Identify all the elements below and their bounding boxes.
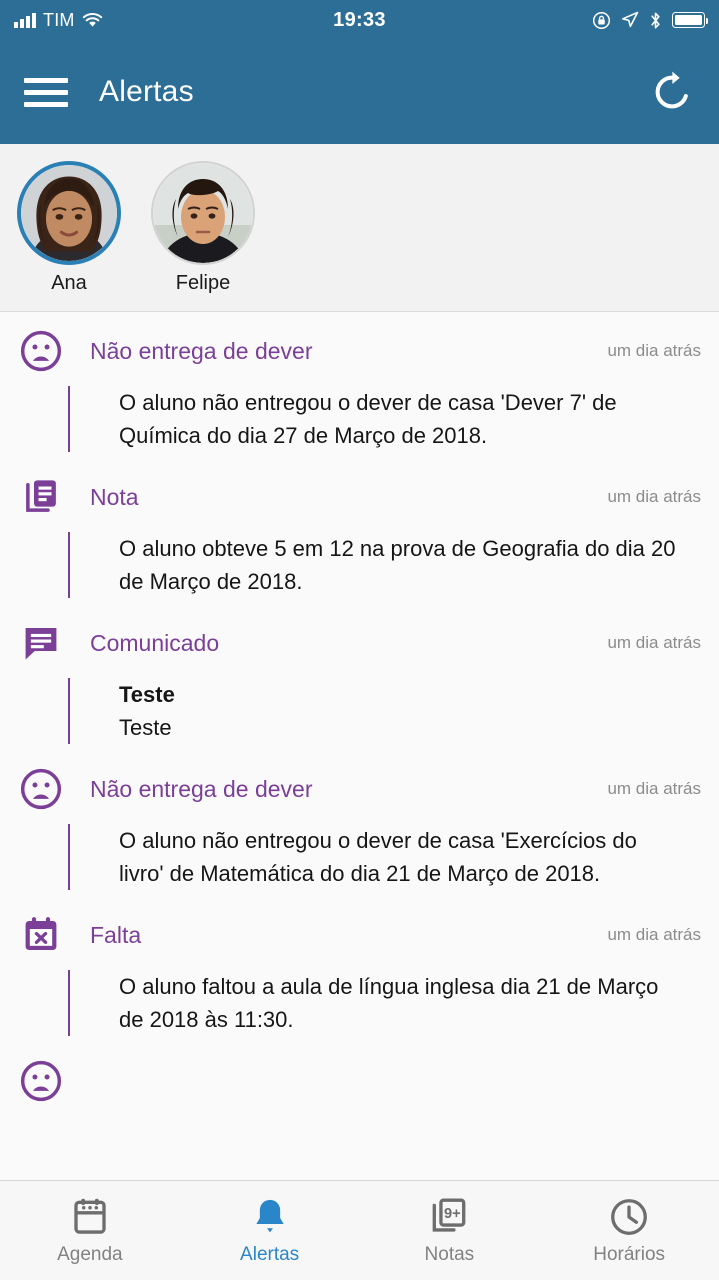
alert-item[interactable]: Não entrega de dever um dia atrás O alun…	[0, 312, 719, 458]
accent-bar	[68, 824, 70, 890]
alert-title: Não entrega de dever	[90, 337, 313, 364]
alert-body-title: Teste	[119, 682, 175, 707]
signal-bars-icon	[14, 12, 36, 28]
avatar-felipe[interactable]	[151, 160, 255, 265]
alert-text: O aluno faltou a aula de língua inglesa …	[119, 974, 659, 1032]
alert-body: O aluno obteve 5 em 12 na prova de Geogr…	[18, 532, 701, 598]
alert-text: O aluno obteve 5 em 12 na prova de Geogr…	[119, 536, 676, 594]
refresh-icon[interactable]	[649, 69, 695, 115]
avatar-ana[interactable]	[17, 160, 121, 265]
alert-item[interactable]: Nota um dia atrás O aluno obteve 5 em 12…	[0, 458, 719, 604]
alert-header: Nota um dia atrás	[18, 474, 701, 520]
alert-header: Comunicado um dia atrás	[18, 620, 701, 666]
alert-body: O aluno faltou a aula de língua inglesa …	[18, 970, 701, 1036]
avatar-image	[21, 164, 117, 261]
app-root: TIM 19:33 Alertas Ana Felipe Não entrega…	[0, 0, 719, 1280]
student-name: Felipe	[175, 271, 231, 294]
nav-bar: Alertas	[0, 40, 719, 144]
calendar-icon	[74, 1198, 106, 1234]
alert-item[interactable]: Comunicado um dia atrás Teste Teste	[0, 604, 719, 750]
alert-text: O aluno não entregou o dever de casa 'Ex…	[119, 828, 637, 886]
sad-face-icon	[18, 766, 64, 812]
location-arrow-icon	[622, 11, 639, 28]
alert-header	[18, 1058, 701, 1104]
alert-title: Não entrega de dever	[90, 775, 313, 802]
avatar-image	[153, 162, 253, 263]
tab-horarios[interactable]: Horários	[539, 1196, 719, 1266]
battery-icon	[672, 12, 709, 28]
rotation-lock-icon	[592, 11, 611, 29]
status-bar-left: TIM	[14, 10, 103, 31]
notas-badge: 9+	[444, 1206, 461, 1222]
alert-header: Não entrega de dever um dia atrás	[18, 766, 701, 812]
page-title: Alertas	[99, 75, 194, 108]
alert-timestamp: um dia atrás	[607, 487, 701, 506]
accent-bar	[68, 678, 70, 744]
tab-label: Notas	[424, 1243, 475, 1265]
alert-timestamp: um dia atrás	[607, 925, 701, 944]
alert-item[interactable]: Não entrega de dever um dia atrás O alun…	[0, 750, 719, 896]
calendar-x-icon	[18, 912, 64, 958]
alert-list[interactable]: Não entrega de dever um dia atrás O alun…	[0, 312, 719, 1180]
student-item-ana[interactable]: Ana	[14, 160, 124, 295]
alert-body: Teste Teste	[18, 678, 701, 744]
student-name: Ana	[51, 271, 87, 294]
accent-bar	[68, 970, 70, 1036]
alert-body: O aluno não entregou o dever de casa 'De…	[18, 386, 701, 452]
status-bar-right	[592, 11, 709, 30]
sad-face-icon	[18, 328, 64, 374]
bell-icon	[255, 1199, 284, 1232]
alert-timestamp: um dia atrás	[607, 779, 701, 798]
bluetooth-icon	[651, 12, 660, 28]
tab-notas[interactable]: 9+ Notas	[360, 1196, 540, 1266]
alert-timestamp: um dia atrás	[607, 633, 701, 652]
alert-title: Nota	[90, 483, 139, 510]
alert-item[interactable]: Falta um dia atrás O aluno faltou a aula…	[0, 896, 719, 1042]
tab-label: Horários	[593, 1243, 666, 1265]
bottom-tab-bar: Agenda Alertas 9+ Notas Horários	[0, 1180, 719, 1280]
grades-icon: 9+	[433, 1198, 466, 1232]
grade-document-icon	[18, 474, 64, 520]
student-item-felipe[interactable]: Felipe	[148, 160, 258, 295]
alert-text: O aluno não entregou o dever de casa 'De…	[119, 390, 617, 448]
accent-bar	[68, 532, 70, 598]
alert-item-partial[interactable]	[0, 1042, 719, 1110]
alert-title: Comunicado	[90, 629, 220, 656]
wifi-icon	[82, 13, 102, 27]
tab-label: Alertas	[240, 1243, 300, 1265]
alert-text: Teste	[119, 715, 172, 740]
student-selector: Ana Felipe	[0, 144, 719, 312]
alert-header: Falta um dia atrás	[18, 912, 701, 958]
status-bar: TIM 19:33	[0, 0, 719, 40]
tab-agenda[interactable]: Agenda	[0, 1196, 180, 1266]
tab-alertas[interactable]: Alertas	[180, 1196, 360, 1266]
sad-face-icon	[18, 1058, 64, 1104]
alert-header: Não entrega de dever um dia atrás	[18, 328, 701, 374]
alert-body: O aluno não entregou o dever de casa 'Ex…	[18, 824, 701, 890]
tab-label: Agenda	[57, 1243, 123, 1265]
alert-title: Falta	[90, 921, 142, 948]
clock-icon	[611, 1198, 648, 1235]
speech-bubble-icon	[18, 620, 64, 666]
hamburger-menu-icon[interactable]	[24, 77, 68, 107]
alert-timestamp: um dia atrás	[607, 341, 701, 360]
alert-text-wrap: Teste Teste	[119, 678, 189, 744]
carrier-label: TIM	[43, 9, 75, 30]
accent-bar	[68, 386, 70, 452]
